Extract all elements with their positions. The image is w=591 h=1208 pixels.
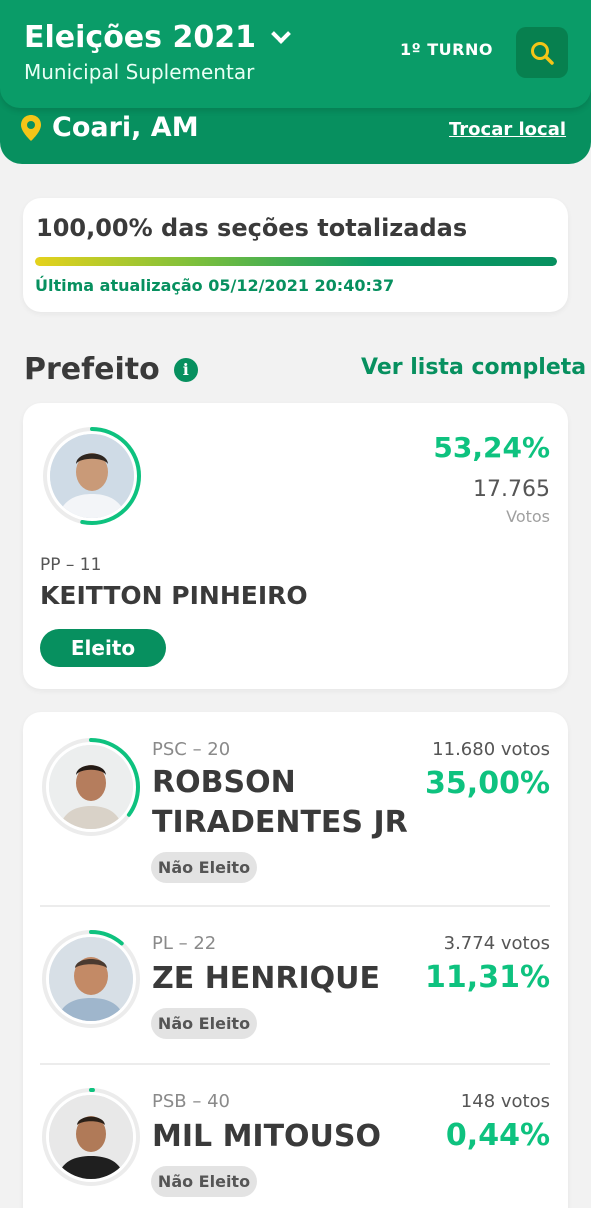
election-subtitle: Municipal Suplementar xyxy=(24,60,255,84)
candidate-name: ROBSON TIRADENTES JR xyxy=(152,765,408,840)
change-location-link[interactable]: Trocar local xyxy=(449,119,566,140)
winner-votes: 17.765 xyxy=(473,477,550,502)
status-badge: Não Eleito xyxy=(151,1166,257,1197)
status-badge: Não Eleito xyxy=(151,852,257,883)
candidate-name: ZE HENRIQUE xyxy=(152,961,381,996)
totalization-card: 100,00% das seções totalizadas Última at… xyxy=(23,198,568,312)
location-name: Coari, AM xyxy=(52,112,199,143)
winner-percent: 53,24% xyxy=(433,431,550,464)
candidate-party: PSB – 40 xyxy=(152,1091,230,1112)
chevron-down-icon xyxy=(271,23,291,44)
totalization-progress-fill xyxy=(35,257,557,266)
candidate-votes: 3.774 votos xyxy=(443,933,550,954)
candidate-photo xyxy=(49,937,133,1021)
header-top-bar: Eleições 2021 Municipal Suplementar 1º T… xyxy=(0,0,591,108)
totalization-title: 100,00% das seções totalizadas xyxy=(36,214,468,242)
search-icon xyxy=(531,42,554,65)
election-title: Eleições 2021 xyxy=(24,20,256,55)
candidate-photo xyxy=(50,434,134,518)
winner-votes-label: Votos xyxy=(506,507,550,526)
see-full-list-link[interactable]: Ver lista completa xyxy=(361,355,586,380)
candidate-photo xyxy=(49,745,133,829)
info-icon[interactable]: i xyxy=(173,357,198,382)
map-pin-icon xyxy=(21,114,41,141)
search-button[interactable] xyxy=(516,27,568,78)
candidate-percent: 35,00% xyxy=(425,766,550,801)
section-title-text: Prefeito xyxy=(24,352,160,387)
divider xyxy=(40,1063,550,1065)
section-title: Prefeito i xyxy=(24,352,198,387)
winner-name: KEITTON PINHEIRO xyxy=(40,581,308,610)
candidate-avatar-wrap xyxy=(40,928,142,1030)
election-selector[interactable]: Eleições 2021 xyxy=(24,20,291,55)
candidate-avatar-wrap xyxy=(40,1086,142,1188)
candidate-percent: 0,44% xyxy=(445,1118,550,1153)
location-display: Coari, AM xyxy=(20,112,199,143)
turno-toggle[interactable]: 1º TURNO xyxy=(400,40,493,59)
candidates-list-card: PSC – 20 ROBSON TIRADENTES JR 11.680 vot… xyxy=(23,712,568,1208)
winner-party: PP – 11 xyxy=(40,555,102,575)
divider xyxy=(40,905,550,907)
candidate-name: MIL MITOUSO xyxy=(152,1119,382,1154)
candidate-avatar-wrap xyxy=(40,736,142,838)
candidate-percent: 11,31% xyxy=(425,960,550,995)
app-header: Eleições 2021 Municipal Suplementar 1º T… xyxy=(0,0,591,164)
winner-avatar-wrap xyxy=(41,425,143,527)
candidate-party: PL – 22 xyxy=(152,933,217,954)
candidate-votes: 11.680 votos xyxy=(432,739,550,760)
totalization-progress-bar xyxy=(35,257,557,266)
status-badge: Não Eleito xyxy=(151,1008,257,1039)
winner-card[interactable]: 53,24% 17.765 Votos PP – 11 KEITTON PINH… xyxy=(23,403,568,689)
candidate-photo xyxy=(49,1095,133,1179)
elected-badge: Eleito xyxy=(40,629,166,667)
candidate-votes: 148 votos xyxy=(460,1091,550,1112)
candidate-party: PSC – 20 xyxy=(152,739,231,760)
last-update-text: Última atualização 05/12/2021 20:40:37 xyxy=(35,276,395,295)
